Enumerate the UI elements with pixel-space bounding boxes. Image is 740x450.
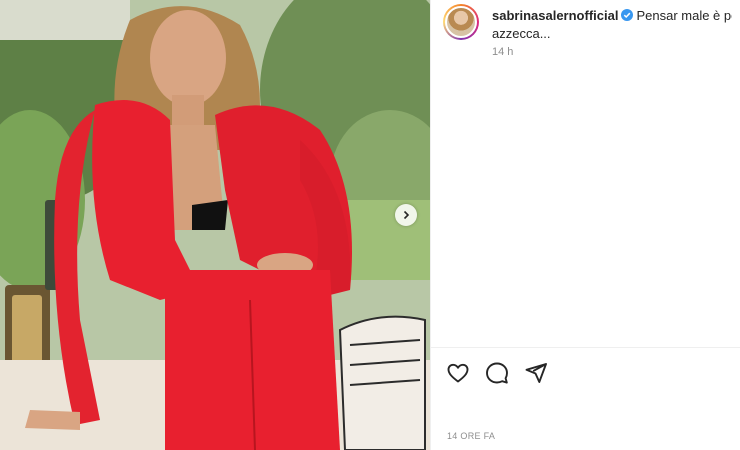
action-bar [445,360,548,385]
next-photo-button[interactable] [395,204,417,226]
chevron-right-icon [403,210,410,220]
post-caption-header: sabrinasalernofficial Pensar male è pec … [443,4,740,43]
caption: sabrinasalernofficial Pensar male è pec … [492,7,732,43]
post-side-panel: sabrinasalernofficial Pensar male è pec … [430,0,740,450]
caption-text-continued: azzecca... [492,26,551,41]
paper-plane-icon [525,362,547,383]
comment-button[interactable] [484,360,509,385]
heart-icon [447,363,468,382]
post-viewer: sabrinasalernofficial Pensar male è pec … [0,0,740,450]
post-media[interactable] [0,0,430,450]
avatar-image [445,6,477,38]
post-timestamp[interactable]: 14 ORE FA [447,431,495,441]
caption-line-1: sabrinasalernofficial Pensar male è pec [492,7,732,25]
verified-badge-icon [621,9,634,21]
share-button[interactable] [523,360,548,385]
caption-timestamp[interactable]: 14 h [492,46,513,58]
divider [431,347,740,348]
like-button[interactable] [445,360,470,385]
username-link[interactable]: sabrinasalernofficial [492,8,618,23]
avatar[interactable] [443,4,479,40]
comment-icon [485,362,508,384]
caption-text: Pensar male è pec [636,8,732,23]
post-photo [0,0,430,450]
